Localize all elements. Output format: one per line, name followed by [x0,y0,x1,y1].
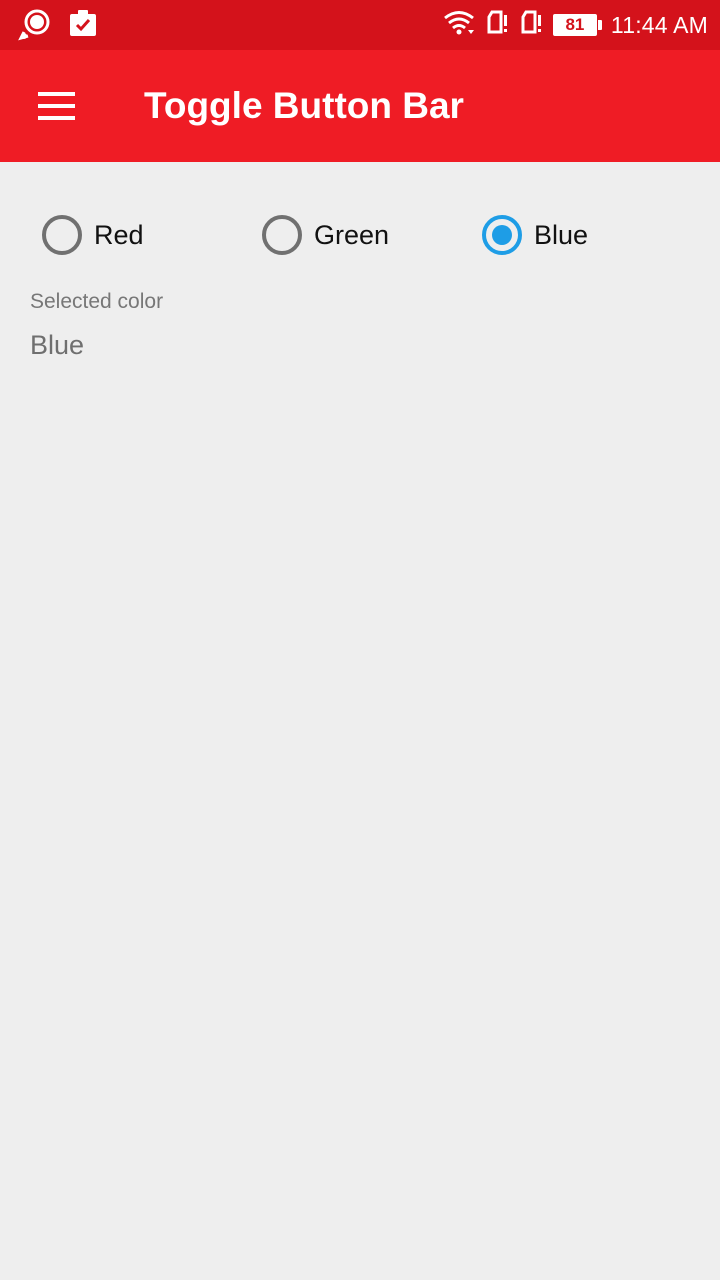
pokemon-go-icon [18,8,52,46]
page-title: Toggle Button Bar [144,85,464,126]
clipboard-check-icon [68,8,98,46]
app-bar: Toggle Button Bar [0,50,720,162]
radio-button-checked-icon [482,215,522,255]
selected-color-caption: Selected color [30,290,164,313]
radio-option-red[interactable]: Red [42,208,144,262]
radio-label: Red [94,219,144,250]
hamburger-menu-icon[interactable] [28,82,84,130]
color-radio-group: Red Green Blue [0,208,720,262]
system-icons: 81 11:44 AM [443,0,708,50]
sim-card-2-icon [519,9,543,41]
selected-color-value: Blue [30,330,85,360]
wifi-icon [443,9,475,41]
sim-card-1-icon [485,9,509,41]
notification-icons [18,8,98,46]
radio-label: Green [314,219,390,250]
radio-label: Blue [534,219,589,250]
battery-level: 81 [565,15,585,34]
radio-button-icon [42,215,82,255]
radio-option-blue[interactable]: Blue [482,208,588,262]
radio-option-green[interactable]: Green [262,208,389,262]
radio-button-icon [262,215,302,255]
status-bar: 81 11:44 AM [0,0,720,50]
status-clock: 11:44 AM [610,11,708,38]
battery-icon: 81 [552,14,602,36]
